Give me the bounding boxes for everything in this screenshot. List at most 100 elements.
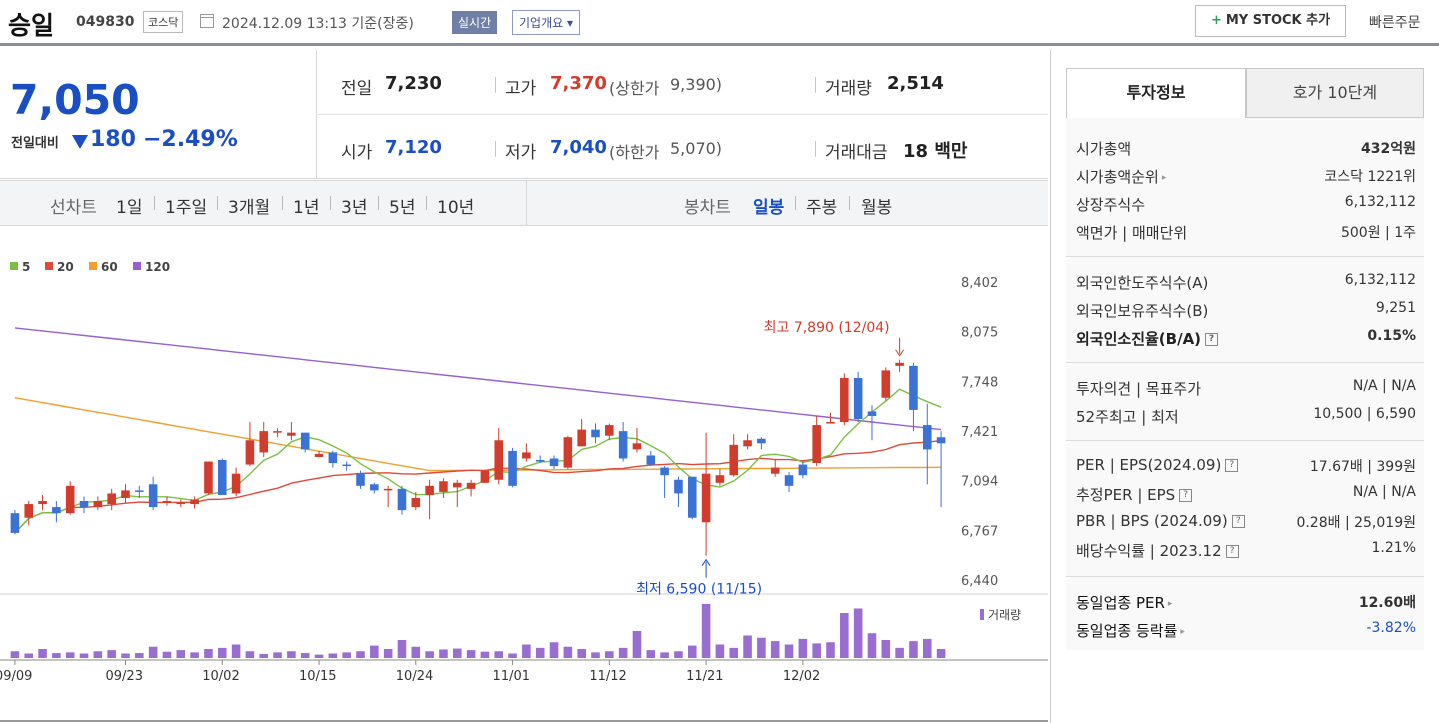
- volume-bar: [812, 643, 821, 658]
- candle-body: [356, 473, 365, 486]
- help-icon[interactable]: ?: [1205, 333, 1219, 346]
- candle-body: [273, 431, 282, 433]
- legend-swatch: [45, 262, 53, 270]
- volume-bar: [190, 652, 199, 658]
- y-tick-label: 7,421: [961, 425, 998, 440]
- x-tick-label: 11/21: [686, 669, 723, 684]
- tab-investment-info[interactable]: 투자정보: [1066, 68, 1246, 118]
- volume-bar: [480, 651, 490, 658]
- candle-body: [494, 440, 504, 480]
- chevron-right-icon: ▸: [1167, 598, 1173, 609]
- tab-5y[interactable]: 5년: [389, 193, 415, 218]
- volume-bar: [176, 650, 186, 658]
- volume-bar: [52, 653, 61, 658]
- info-value: 432억원: [1361, 141, 1416, 157]
- candle-body: [549, 458, 559, 467]
- info-row-cap-rank[interactable]: 시가총액순위 ▸ 코스닥 1221위: [1076, 166, 1416, 188]
- volume-bar: [397, 640, 407, 658]
- volume-bar: [535, 647, 545, 658]
- legend-label: 120: [145, 260, 170, 274]
- tab-monthly[interactable]: 월봉: [861, 193, 892, 218]
- tab-1y[interactable]: 1년: [293, 193, 319, 218]
- tab-order-book[interactable]: 호가 10단계: [1246, 68, 1424, 118]
- info-value: 0.28배 | 25,019원: [1296, 515, 1416, 531]
- candle-body: [577, 429, 586, 447]
- help-icon[interactable]: ?: [1225, 459, 1239, 472]
- divider: [1066, 576, 1424, 577]
- quick-order-link[interactable]: 빠른주문: [1369, 12, 1421, 32]
- candle-body: [93, 501, 103, 508]
- prev-close-value: 7,230: [385, 73, 442, 94]
- tab-3y[interactable]: 3년: [341, 193, 367, 218]
- divider: [330, 196, 331, 210]
- info-row-industry-per[interactable]: 동일업종 PER ▸ 12.60배: [1076, 592, 1416, 614]
- volume-bar: [577, 649, 586, 658]
- volume-bar: [936, 649, 946, 658]
- realtime-button[interactable]: 실시간: [452, 11, 498, 34]
- divider: [849, 196, 850, 210]
- volume-bar: [411, 646, 421, 658]
- info-label: 배당수익률 | 2023.12?: [1076, 540, 1239, 561]
- info-row-industry-change[interactable]: 동일업종 등락률 ▸ -3.82%: [1076, 620, 1416, 642]
- x-tick-label: 09/09: [0, 669, 32, 684]
- volume-bar: [701, 604, 711, 658]
- tab-1d[interactable]: 1일: [116, 193, 142, 218]
- help-icon[interactable]: ?: [1179, 489, 1193, 502]
- tab-daily[interactable]: 일봉: [753, 193, 784, 218]
- volume-bar: [135, 653, 144, 658]
- tab-3m[interactable]: 3개월: [228, 193, 270, 218]
- ma120-line: [14, 327, 942, 431]
- calendar-icon: [200, 14, 214, 28]
- min-price-label: 최저 6,590 (11/15): [636, 582, 762, 598]
- open-value: 7,120: [385, 137, 442, 158]
- tab-1w[interactable]: 1주일: [165, 193, 207, 218]
- info-value: 코스닥 1221위: [1324, 169, 1416, 185]
- volume-bar: [259, 653, 269, 658]
- info-row-opinion: 투자의견 | 목표주가 N/A | N/A: [1076, 378, 1416, 400]
- volume-bar: [10, 651, 20, 658]
- y-tick-label: 7,094: [961, 475, 998, 490]
- info-label: 시가총액순위 ▸: [1076, 166, 1166, 187]
- tab-10y[interactable]: 10년: [437, 193, 474, 218]
- info-value: -3.82%: [1366, 620, 1416, 636]
- volume-bar: [24, 653, 34, 658]
- info-label: PBR | BPS (2024.09)?: [1076, 512, 1245, 530]
- divider: [154, 196, 155, 210]
- info-label-text: 동일업종 PER: [1076, 594, 1165, 612]
- y-tick-label: 7,748: [961, 375, 998, 390]
- candle-body: [895, 362, 904, 366]
- x-tick-label: 10/02: [202, 669, 239, 684]
- legend-swatch: [133, 262, 141, 270]
- info-label-text: 외국인소진율(B/A): [1076, 330, 1202, 348]
- help-icon[interactable]: ?: [1225, 545, 1239, 558]
- divider: [795, 196, 796, 210]
- info-label: 외국인한도주식수(A): [1076, 274, 1209, 292]
- tab-weekly[interactable]: 주봉: [806, 193, 837, 218]
- info-value: 0.15%: [1367, 328, 1416, 344]
- volume-bar: [881, 640, 891, 658]
- y-tick-label: 6,767: [961, 524, 998, 539]
- info-value: N/A | N/A: [1352, 484, 1416, 500]
- volume-bar: [328, 653, 338, 658]
- volume-bar: [107, 650, 116, 658]
- volume-bar: [383, 649, 393, 658]
- help-icon[interactable]: ?: [1231, 515, 1245, 528]
- top-bar: 승일 049830 코스닥 2024.12.09 13:13 기준(장중) 실시…: [0, 0, 1439, 46]
- prev-close-label: 전일: [341, 79, 373, 99]
- volume-bar: [687, 645, 697, 658]
- add-my-stock-button[interactable]: + MY STOCK 추가: [1195, 5, 1346, 37]
- candle-body: [508, 450, 517, 486]
- info-label-text: 추정PER | EPS: [1076, 486, 1176, 504]
- upper-limit-value: 9,390): [670, 75, 723, 94]
- price-chart[interactable]: 8,402 8,075 7,748 7,421 7,094 6,767 6,440 5 20 60…: [0, 228, 1048, 723]
- y-tick-label: 8,075: [961, 326, 998, 341]
- volume-bar: [79, 653, 89, 658]
- current-price: 7,050: [10, 76, 140, 124]
- candle-body: [563, 437, 573, 468]
- upper-limit-label: (상한가: [609, 79, 660, 98]
- candle-body: [881, 370, 891, 398]
- divider: [217, 196, 218, 210]
- company-overview-dropdown[interactable]: 기업개요 ▾: [512, 10, 580, 35]
- volume-bar: [217, 647, 227, 658]
- candle-body: [176, 502, 186, 505]
